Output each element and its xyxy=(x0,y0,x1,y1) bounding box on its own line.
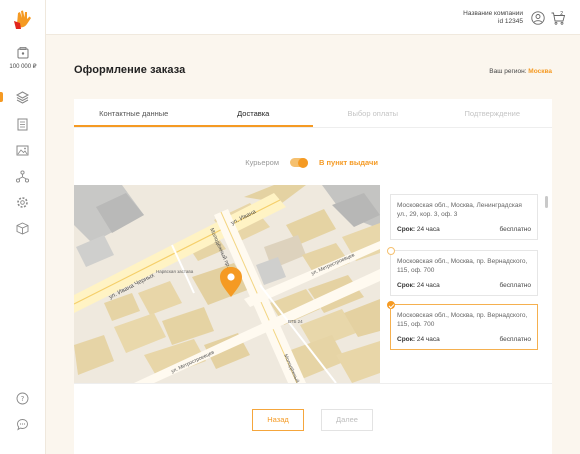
page-title: Оформление заказа xyxy=(74,64,186,76)
box-icon[interactable] xyxy=(15,221,30,236)
next-button[interactable]: Далее xyxy=(321,409,373,431)
delivery-price: бесплатно xyxy=(499,282,531,289)
switch-knob xyxy=(298,157,308,168)
document-icon[interactable] xyxy=(15,117,30,132)
term-label: Срок: xyxy=(397,282,416,289)
pickup-point-card[interactable]: Московская обл., Москва, пр. Вернадского… xyxy=(387,247,538,296)
pickup-point-card[interactable]: Московская обл., Москва, Ленинградская у… xyxy=(390,194,538,240)
sidebar: 100 000 ₽ ? xyxy=(0,0,46,454)
chat-icon[interactable] xyxy=(16,418,29,431)
term-label: Срок: xyxy=(397,226,416,233)
wallet[interactable]: 100 000 ₽ xyxy=(0,46,46,70)
company-info[interactable]: Название компании id 12345 xyxy=(463,10,523,26)
steps-progress-bar xyxy=(74,125,313,127)
cart-icon[interactable] xyxy=(550,10,566,26)
tab-contact-data[interactable]: Контактные данные xyxy=(74,99,194,128)
back-button[interactable]: Назад xyxy=(252,409,304,431)
company-id: id 12345 xyxy=(498,18,523,25)
help-icon[interactable]: ? xyxy=(16,392,29,405)
delivery-price: бесплатно xyxy=(499,336,531,343)
user-icon[interactable] xyxy=(531,11,545,25)
company-name: Название компании xyxy=(463,10,523,17)
checkout-card: Контактные данные Доставка Выбор оплаты … xyxy=(74,99,552,454)
region-selector[interactable]: Ваш регион: Москва xyxy=(489,68,552,75)
region-value[interactable]: Москва xyxy=(528,68,552,75)
term-value: 24 часа xyxy=(416,282,440,289)
map-poi-label: ВТБ 24 xyxy=(288,319,303,324)
tab-delivery[interactable]: Доставка xyxy=(194,99,314,128)
pickup-option-label[interactable]: В пункт выдачи xyxy=(319,158,378,167)
pickup-point-meta: Срок: 24 часа бесплатно xyxy=(397,336,531,343)
term-label: Срок: xyxy=(397,336,416,343)
pickup-point-address: Московская обл., Москва, пр. Вернадского… xyxy=(397,312,528,328)
pickup-point-radio[interactable] xyxy=(387,247,395,255)
layers-icon[interactable] xyxy=(15,90,30,105)
term-value: 24 часа xyxy=(416,226,440,233)
network-icon[interactable] xyxy=(15,169,30,184)
list-scrollbar[interactable] xyxy=(545,196,548,208)
pickup-point-meta: Срок: 24 часа бесплатно xyxy=(397,226,531,233)
hand-logo-icon[interactable] xyxy=(11,8,35,32)
top-header: Название компании id 12345 2 xyxy=(46,0,580,35)
wallet-icon xyxy=(17,47,29,59)
settings-icon[interactable] xyxy=(15,195,30,210)
active-nav-marker xyxy=(0,92,3,102)
pickup-point-address: Московская обл., Москва, пр. Вернадского… xyxy=(397,258,528,274)
pickup-point-radio-checked[interactable] xyxy=(387,301,395,309)
term-value: 24 часа xyxy=(416,336,440,343)
balance-amount: 100 000 ₽ xyxy=(9,64,37,70)
footer-divider xyxy=(74,383,552,384)
pickup-point-card-selected[interactable]: Московская обл., Москва, пр. Вернадского… xyxy=(387,301,538,350)
delivery-method-switch[interactable] xyxy=(290,157,308,168)
image-icon[interactable] xyxy=(15,143,30,158)
pickup-point-meta: Срок: 24 часа бесплатно xyxy=(397,282,531,289)
tab-payment: Выбор оплаты xyxy=(347,109,399,118)
delivery-method-toggle: Курьером В пункт выдачи xyxy=(74,157,552,169)
courier-option-label[interactable]: Курьером xyxy=(245,158,279,167)
map-canvas: ул. Ивана Черных ул. Ивана Молодёжный пр… xyxy=(74,185,380,383)
map-poi-label: Нарвская застава xyxy=(156,269,194,274)
tab-confirmation: Подтверждение xyxy=(464,109,521,118)
pickup-points-list: Московская обл., Москва, Ленинградская у… xyxy=(387,194,538,354)
svg-text:?: ? xyxy=(21,395,25,403)
pickup-map[interactable]: ул. Ивана Черных ул. Ивана Молодёжный пр… xyxy=(74,185,380,383)
delivery-price: бесплатно xyxy=(499,226,531,233)
region-label: Ваш регион: xyxy=(489,68,527,75)
checkout-steps: Контактные данные Доставка Выбор оплаты … xyxy=(74,99,552,128)
cart-count-badge: 2 xyxy=(560,11,563,17)
pickup-point-address: Московская обл., Москва, Ленинградская у… xyxy=(397,202,522,218)
